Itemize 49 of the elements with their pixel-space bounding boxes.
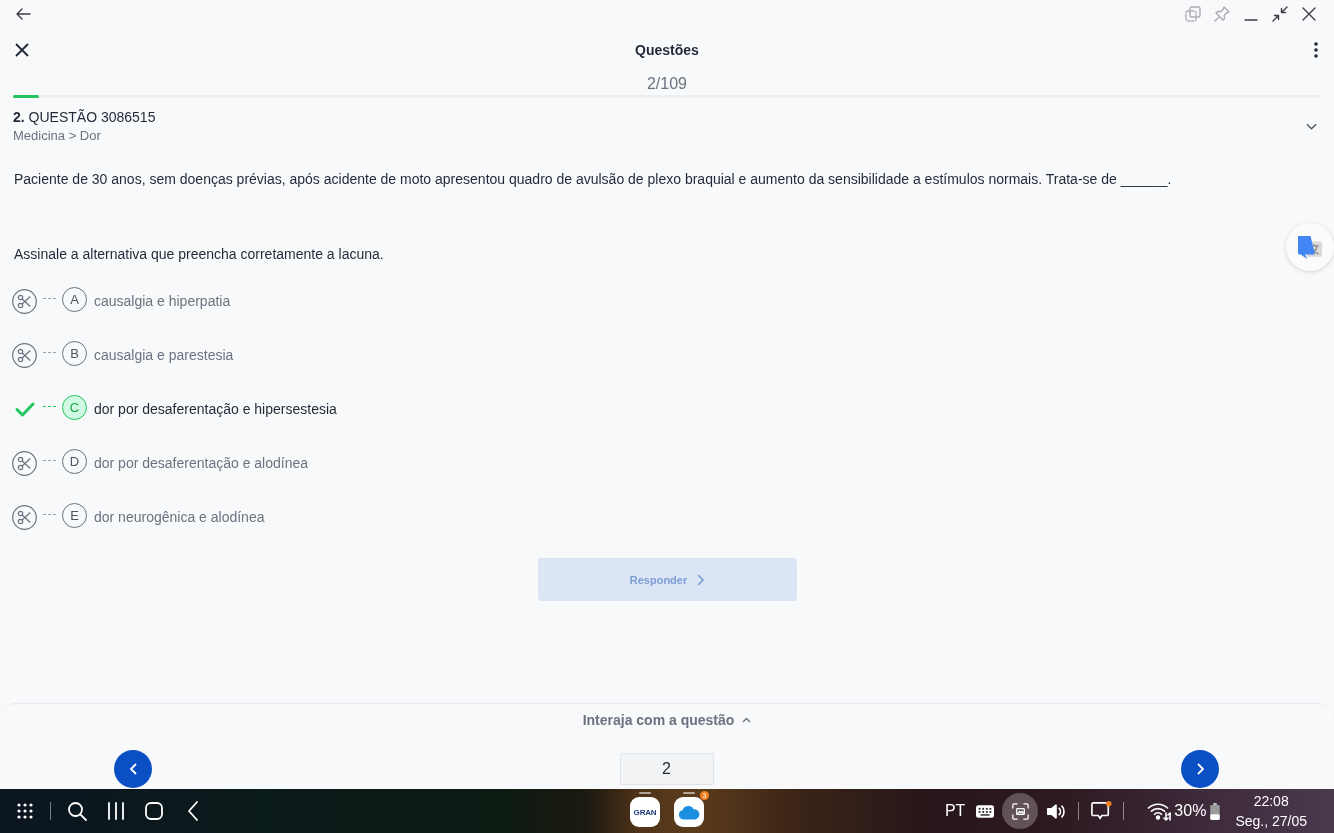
caret-up-icon[interactable]: [742, 717, 752, 723]
clock-date[interactable]: Seg., 27/05: [1235, 811, 1307, 831]
chevron-down-icon[interactable]: [1306, 123, 1317, 130]
chevron-left-icon: [129, 763, 137, 775]
previous-button[interactable]: [114, 750, 152, 788]
clock-time[interactable]: 22:08: [1253, 791, 1289, 811]
keyboard-icon[interactable]: [976, 804, 995, 818]
battery-icon: [1210, 802, 1221, 820]
scissors-icon[interactable]: [12, 342, 37, 368]
question-counter: 2/109: [646, 74, 687, 93]
next-button[interactable]: [1181, 750, 1219, 788]
app-grid-icon[interactable]: [17, 803, 33, 819]
wifi-icon[interactable]: [1147, 801, 1172, 821]
option-text[interactable]: dor por desaferentação e alodínea: [94, 455, 309, 471]
more-options-icon[interactable]: [1314, 42, 1318, 58]
search-icon[interactable]: [67, 801, 87, 821]
chevron-right-icon: [1196, 763, 1204, 775]
page-number-field[interactable]: 2: [619, 753, 714, 785]
collapse-arrows-icon[interactable]: [1272, 6, 1288, 22]
interaction-toggle[interactable]: Interaja com a questão: [582, 712, 735, 728]
close-icon[interactable]: [15, 43, 29, 57]
home-icon[interactable]: [144, 801, 164, 821]
screen-capture-icon: [1011, 802, 1029, 820]
cloud-icon: [678, 804, 700, 820]
option-text[interactable]: causalgia e parestesia: [94, 347, 234, 363]
breadcrumb: Medicina > Dor: [13, 127, 101, 145]
scissors-icon[interactable]: [12, 450, 37, 476]
option-text[interactable]: causalgia e hiperpatia: [94, 293, 231, 309]
page-title: Questões: [635, 42, 699, 58]
option-text[interactable]: dor neurogênica e alodínea: [94, 509, 265, 525]
screen-capture-button[interactable]: [1002, 793, 1039, 829]
recent-apps-icon[interactable]: [107, 801, 125, 821]
translate-icon: [1298, 235, 1322, 259]
option-text[interactable]: dor por desaferentação e hipersestesia: [94, 401, 337, 417]
question-text: Paciente de 30 anos, sem doenças prévias, após acidente de moto apresentou quadro de avulsão de plexo braquial e aumento da sensibilidade a estímulos normais. Trata-se de ______.: [14, 170, 1173, 188]
chat-bubble-icon[interactable]: [1090, 801, 1113, 821]
scissors-icon[interactable]: [12, 504, 37, 530]
close-icon[interactable]: [1301, 6, 1317, 22]
back-icon[interactable]: [187, 801, 199, 821]
back-arrow-icon[interactable]: [15, 6, 31, 22]
battery-percentage: 30%: [1174, 802, 1207, 820]
translate-button[interactable]: [1286, 223, 1334, 271]
language-indicator[interactable]: PT: [944, 802, 966, 820]
scissors-icon[interactable]: [12, 288, 37, 314]
instruction-text: Assinale a alternativa que preencha corretamente a lacuna.: [14, 245, 385, 263]
question-title: 2. QUESTÃO 3086515: [13, 108, 156, 126]
chevron-right-icon: [697, 573, 705, 586]
volume-icon[interactable]: [1046, 802, 1067, 820]
check-icon: [15, 401, 35, 417]
